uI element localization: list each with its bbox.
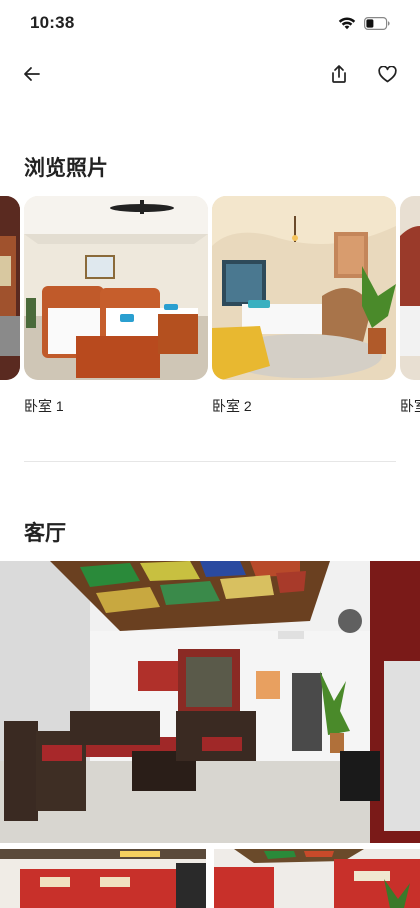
photo-card-bedroom-3[interactable]: 卧室 (400, 196, 420, 414)
photo-card-partial-left[interactable] (0, 196, 20, 380)
status-icons (338, 16, 390, 30)
status-time: 10:38 (30, 13, 75, 32)
share-button[interactable] (323, 58, 355, 90)
photo-label: 卧室 1 (24, 398, 64, 414)
save-button[interactable] (371, 58, 403, 90)
living-room-title: 客厅 (24, 522, 66, 545)
arrow-left-icon (23, 66, 41, 82)
photo-card-bedroom-1[interactable]: 卧室 1 (24, 196, 208, 414)
photo-label: 卧室 (400, 398, 420, 414)
living-room-photo-main[interactable] (0, 561, 420, 843)
photo-carousel[interactable]: 卧室 1 卧室 2 卧 (0, 196, 420, 426)
photo-thumbnail (0, 196, 20, 380)
status-bar: 10:38 (0, 0, 420, 48)
wifi-icon (338, 16, 356, 30)
living-room-photo-2[interactable] (0, 849, 206, 908)
back-button[interactable] (16, 58, 48, 90)
heart-icon (377, 65, 397, 83)
browse-photos-title: 浏览照片 (24, 157, 108, 180)
living-room-photo-3[interactable] (214, 849, 420, 908)
photo-thumbnail (212, 196, 396, 380)
battery-icon (364, 16, 390, 30)
top-nav (0, 54, 420, 94)
photo-label: 卧室 2 (212, 398, 252, 414)
photo-thumbnail (400, 196, 420, 380)
section-divider (24, 461, 396, 462)
photo-thumbnail (24, 196, 208, 380)
photo-card-bedroom-2[interactable]: 卧室 2 (212, 196, 396, 414)
share-icon (330, 64, 348, 84)
